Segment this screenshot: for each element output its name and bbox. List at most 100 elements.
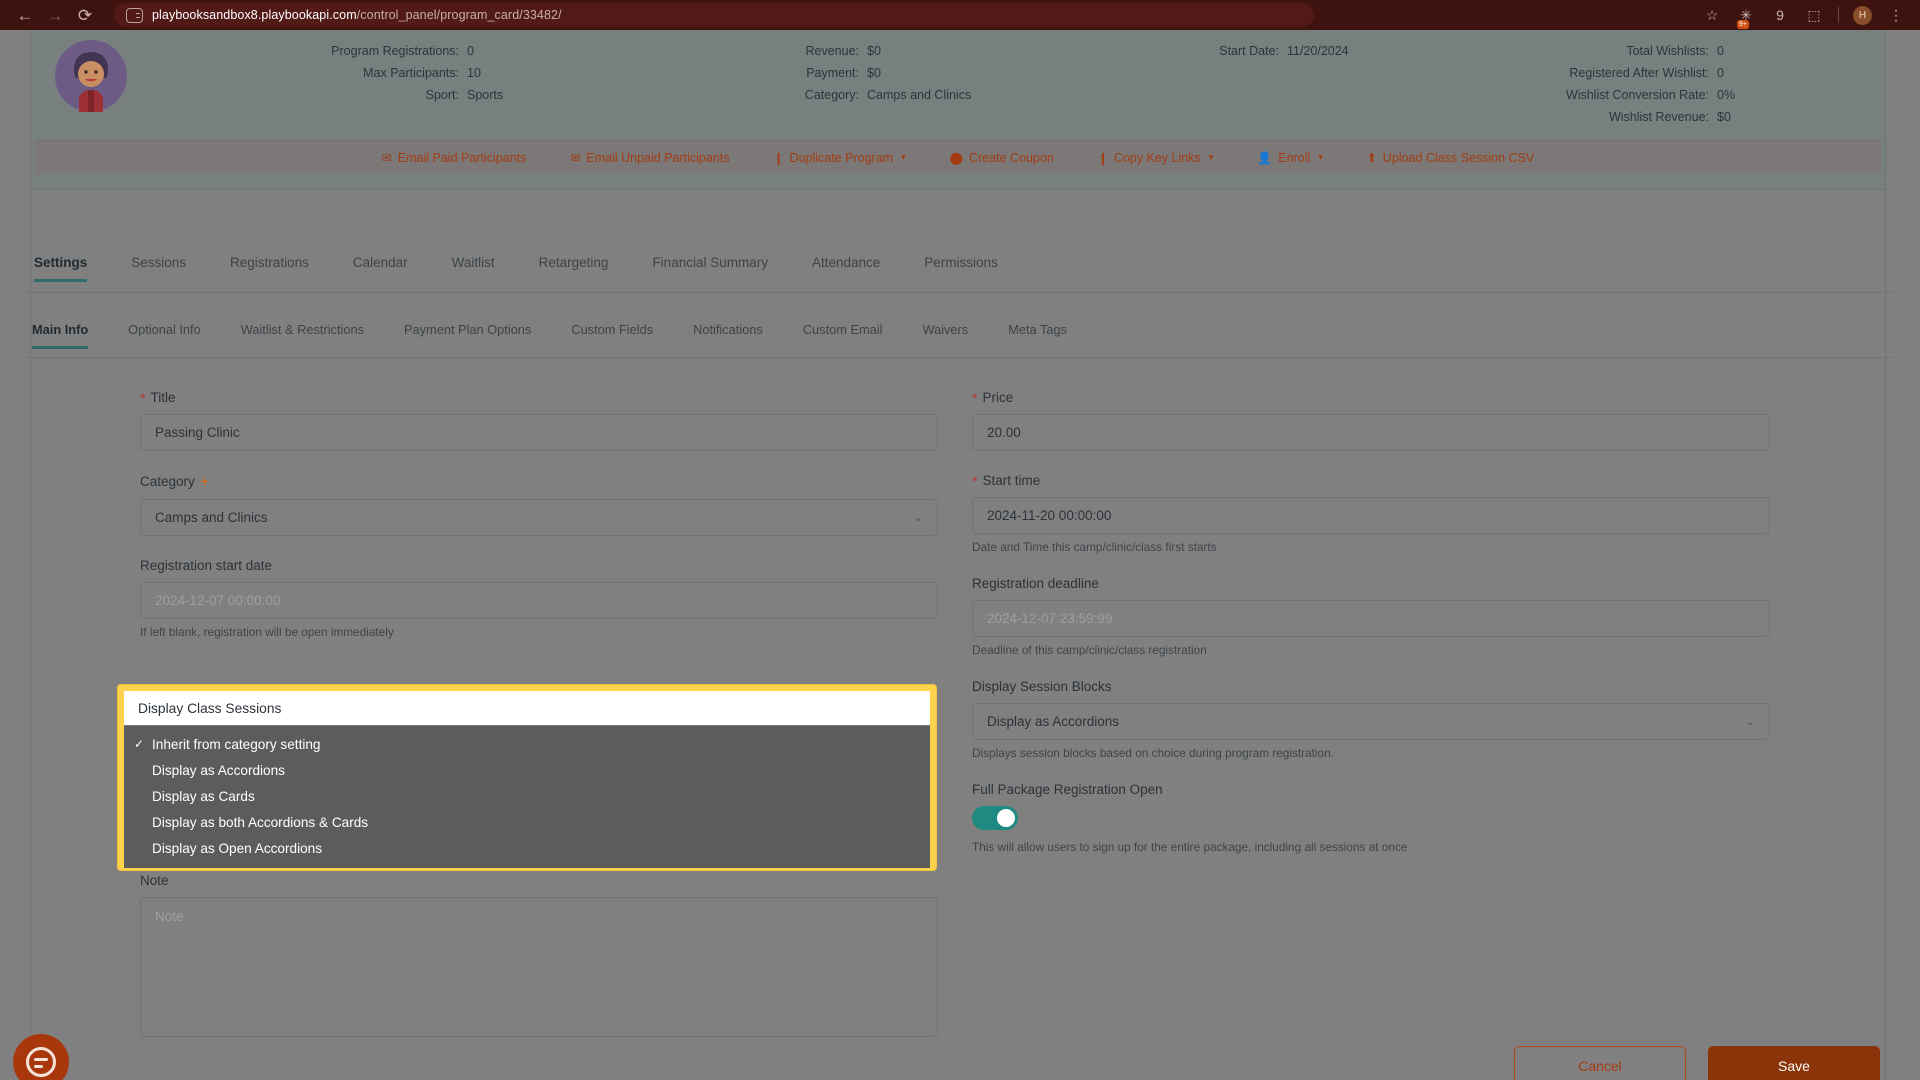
registration-start-date-label: Registration start date: [140, 558, 273, 573]
start-time-input[interactable]: 2024-11-20 00:00:00: [972, 497, 1770, 534]
email-paid-participants-button[interactable]: ✉ Email Paid Participants: [360, 151, 549, 165]
stat-label: Start Date:: [1219, 44, 1279, 58]
copy-icon: ❙: [773, 150, 784, 165]
profile-avatar[interactable]: H: [1853, 5, 1872, 25]
screen-root: ← → ⟳ playbooksandbox8.playbookapi.com/c…: [0, 0, 1920, 1080]
url-path: /control_panel/program_card/33482/: [356, 8, 562, 22]
required-asterisk: *: [140, 389, 146, 406]
tab-retargeting[interactable]: Retargeting: [517, 255, 631, 281]
option-label: Display as both Accordions & Cards: [152, 814, 369, 830]
subtab-waivers[interactable]: Waivers: [902, 322, 988, 348]
stat-value: 0: [1717, 44, 1724, 58]
program-action-bar: ✉ Email Paid Participants ✉ Email Unpaid…: [35, 140, 1881, 174]
cancel-button[interactable]: Cancel: [1514, 1046, 1686, 1080]
check-icon-placeholder: ✓: [134, 841, 146, 855]
stat-value: $0: [1717, 110, 1731, 124]
tab-financial-summary[interactable]: Financial Summary: [630, 255, 790, 281]
display-session-blocks-select[interactable]: Display as Accordions ⌄: [972, 703, 1770, 740]
subtab-payment-plan-options[interactable]: Payment Plan Options: [384, 322, 551, 348]
option-inherit-from-category-setting[interactable]: ✓ Inherit from category setting: [124, 731, 930, 757]
tab-sessions[interactable]: Sessions: [109, 255, 208, 281]
check-icon: ✓: [134, 737, 145, 751]
stat-value: 11/20/2024: [1287, 44, 1349, 58]
star-icon[interactable]: ☆: [1702, 5, 1722, 25]
toggle-knob: [997, 809, 1015, 827]
required-asterisk: *: [972, 389, 978, 406]
form-column-right: * Price 20.00 * Start time 2024-11-20 00…: [972, 390, 1772, 876]
note-textarea[interactable]: Note: [140, 897, 938, 1037]
kebab-menu-icon[interactable]: ⋮: [1886, 5, 1906, 25]
full-package-registration-hint: This will allow users to sign up for the…: [972, 840, 1408, 854]
email-unpaid-participants-button[interactable]: ✉ Email Unpaid Participants: [548, 151, 751, 165]
tab-permissions[interactable]: Permissions: [902, 255, 1020, 281]
stat-item: Total Wishlists: 0: [1405, 42, 1835, 61]
address-bar[interactable]: playbooksandbox8.playbookapi.com/control…: [114, 3, 1314, 27]
subtab-waitlist-restrictions[interactable]: Waitlist & Restrictions: [221, 322, 384, 348]
subtab-custom-email[interactable]: Custom Email: [783, 322, 903, 348]
stats-column-3: Start Date: 11/20/2024: [985, 42, 1405, 127]
tab-waitlist[interactable]: Waitlist: [430, 255, 517, 281]
price-input[interactable]: 20.00: [972, 414, 1770, 451]
tab-search-icon[interactable]: ⬚: [1804, 5, 1824, 25]
subtab-main-info[interactable]: Main Info: [26, 322, 108, 349]
chat-bubble-icon[interactable]: [13, 1034, 69, 1080]
subtab-notifications[interactable]: Notifications: [673, 322, 783, 348]
option-display-as-both-accordions-and-cards[interactable]: ✓ Display as both Accordions & Cards: [124, 809, 930, 835]
option-display-as-cards[interactable]: ✓ Display as Cards: [124, 783, 930, 809]
subtab-optional-info[interactable]: Optional Info: [108, 322, 221, 348]
user-plus-icon: 👤: [1257, 150, 1273, 165]
registration-deadline-input[interactable]: 2024-12-07 23:59:99: [972, 600, 1770, 637]
stats-column-1: Program Registrations: 0 Max Participant…: [155, 42, 585, 127]
full-package-registration-group: Full Package Registration Open This will…: [972, 782, 1772, 854]
translate-icon[interactable]: 9: [1770, 5, 1790, 25]
tab-attendance[interactable]: Attendance: [790, 255, 902, 281]
stat-item: Payment: $0: [585, 64, 985, 83]
option-display-as-open-accordions[interactable]: ✓ Display as Open Accordions: [124, 835, 930, 861]
stat-item: Max Participants: 10: [155, 64, 585, 83]
registration-start-date-input[interactable]: 2024-12-07 00:00:00: [140, 582, 938, 619]
display-session-blocks-value: Display as Accordions: [987, 714, 1120, 729]
copy-key-links-button[interactable]: ❙ Copy Key Links ▾: [1076, 151, 1235, 165]
browser-toolbar: ← → ⟳ playbooksandbox8.playbookapi.com/c…: [0, 0, 1920, 30]
title-input[interactable]: Passing Clinic: [140, 414, 938, 451]
extension-badge: 9+: [1737, 20, 1749, 29]
plus-icon[interactable]: +: [200, 473, 210, 490]
chevron-down-icon: ▾: [1318, 152, 1323, 162]
envelope-icon: ✉: [381, 150, 392, 165]
duplicate-program-button[interactable]: ❙ Duplicate Program ▾: [752, 151, 928, 165]
tab-calendar[interactable]: Calendar: [331, 255, 430, 281]
stat-value: $0: [867, 44, 881, 58]
enroll-button[interactable]: 👤 Enroll ▾: [1235, 151, 1344, 165]
forward-arrow-icon[interactable]: →: [40, 2, 70, 28]
create-coupon-button[interactable]: ⬤ Create Coupon: [928, 151, 1076, 165]
site-settings-icon[interactable]: [126, 7, 143, 23]
tag-icon: ⬤: [949, 150, 964, 165]
upload-class-session-csv-button[interactable]: ⬆ Upload Class Session CSV: [1345, 151, 1557, 165]
stat-label: Registered After Wishlist:: [1569, 66, 1709, 80]
avatar: [55, 40, 127, 112]
tab-settings[interactable]: Settings: [26, 255, 109, 282]
option-display-as-accordions[interactable]: ✓ Display as Accordions: [124, 757, 930, 783]
full-package-registration-toggle[interactable]: [972, 806, 1018, 830]
option-label: Display as Cards: [152, 788, 255, 804]
required-asterisk: *: [972, 472, 978, 489]
reload-icon[interactable]: ⟳: [70, 2, 100, 28]
stats-column-2: Revenue: $0 Payment: $0 Category: Camps …: [585, 42, 985, 127]
save-button[interactable]: Save: [1708, 1046, 1880, 1080]
primary-tabs: Settings Sessions Registrations Calendar…: [26, 255, 1894, 293]
back-arrow-icon[interactable]: ←: [10, 2, 40, 28]
display-class-sessions-select[interactable]: Display Class Sessions: [124, 691, 930, 725]
label-text: Price: [982, 390, 1014, 405]
subtab-custom-fields[interactable]: Custom Fields: [551, 322, 673, 348]
check-icon-placeholder: ✓: [134, 763, 146, 777]
category-label: Category +: [140, 473, 940, 490]
option-label: Display as Open Accordions: [152, 840, 323, 856]
chevron-down-icon: ⌄: [1745, 716, 1755, 728]
tab-registrations[interactable]: Registrations: [208, 255, 331, 281]
stat-value: $0: [867, 66, 881, 80]
stat-item: Category: Camps and Clinics: [585, 86, 985, 105]
extension-puzzle-icon[interactable]: ✳ 9+: [1736, 5, 1756, 29]
subtab-meta-tags[interactable]: Meta Tags: [988, 322, 1087, 348]
category-select[interactable]: Camps and Clinics ⌄: [140, 499, 938, 536]
action-label: Email Paid Participants: [397, 150, 527, 165]
